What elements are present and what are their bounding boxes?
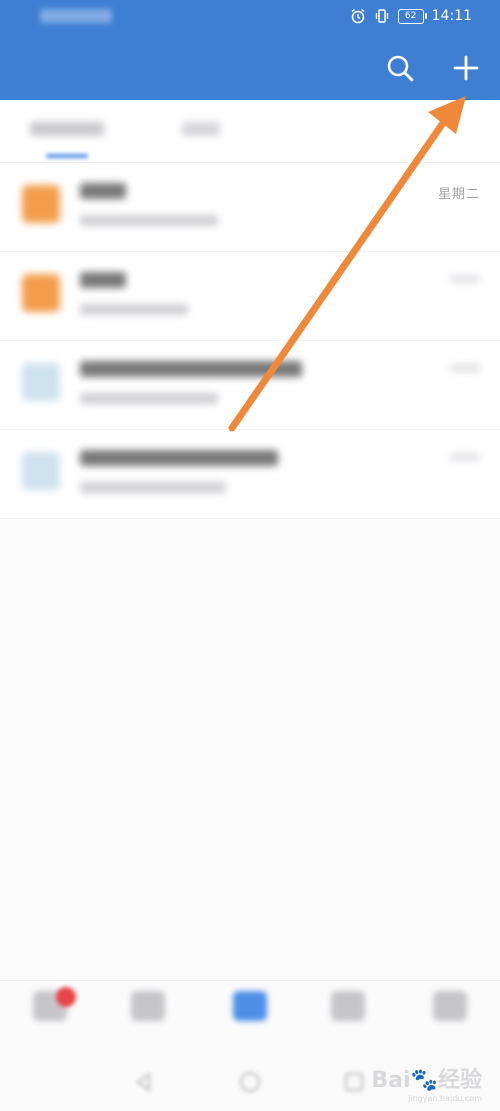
top-header: 62 14:11 bbox=[0, 0, 500, 100]
system-nav-bar: Bai🐾经验 jingyan.baidu.com bbox=[0, 1050, 500, 1111]
list-item-time bbox=[450, 361, 480, 376]
paw-icon: 🐾 bbox=[410, 1068, 438, 1093]
document-icon bbox=[233, 991, 267, 1021]
list-item-title bbox=[80, 183, 126, 204]
list-item-time bbox=[450, 272, 480, 287]
alarm-icon bbox=[351, 8, 365, 24]
list-item-subtitle bbox=[80, 482, 226, 496]
tab-first[interactable] bbox=[30, 122, 110, 140]
nav-item-messages[interactable] bbox=[20, 987, 80, 1047]
grid-icon bbox=[331, 991, 365, 1021]
calendar-icon bbox=[131, 991, 165, 1021]
tab-first-text-block bbox=[30, 122, 104, 136]
list-item-title bbox=[80, 450, 278, 471]
status-bar: 62 14:11 bbox=[0, 0, 500, 36]
profile-icon bbox=[433, 991, 467, 1021]
orange-doc-icon bbox=[22, 185, 60, 223]
list-item[interactable] bbox=[0, 252, 500, 341]
image-icon bbox=[22, 363, 60, 401]
nav-item-active[interactable] bbox=[220, 991, 280, 1047]
recents-icon[interactable] bbox=[342, 1070, 366, 1094]
tab-second-text-block bbox=[182, 122, 220, 136]
search-button[interactable] bbox=[384, 52, 416, 84]
notification-badge bbox=[56, 987, 76, 1007]
list-item-time: 星期二 bbox=[437, 187, 480, 202]
home-icon[interactable] bbox=[238, 1070, 262, 1094]
list-item-title bbox=[80, 272, 126, 293]
carrier-indicator bbox=[40, 9, 112, 23]
list-item[interactable] bbox=[0, 430, 500, 519]
orange-doc-icon bbox=[22, 274, 60, 312]
tab-indicator bbox=[46, 154, 88, 158]
plus-icon bbox=[453, 55, 479, 81]
battery-indicator: 62 bbox=[397, 8, 427, 24]
status-icons: 62 14:11 bbox=[350, 8, 472, 24]
conversation-list: 星期二 bbox=[0, 163, 500, 519]
nav-item-fourth[interactable] bbox=[318, 991, 378, 1047]
vibrate-icon bbox=[375, 9, 388, 23]
status-time: 14:11 bbox=[431, 8, 472, 24]
back-icon[interactable] bbox=[132, 1070, 156, 1094]
watermark-url: jingyan.baidu.com bbox=[408, 1094, 482, 1103]
list-item[interactable]: 星期二 bbox=[0, 163, 500, 252]
add-button[interactable] bbox=[450, 52, 482, 84]
list-item-time bbox=[450, 450, 480, 465]
list-item[interactable] bbox=[0, 341, 500, 430]
bottom-nav bbox=[0, 980, 500, 1051]
watermark-brand: Bai bbox=[371, 1068, 411, 1093]
nav-item-second[interactable] bbox=[118, 991, 178, 1047]
watermark: Bai🐾经验 jingyan.baidu.com bbox=[371, 1062, 482, 1103]
list-item-subtitle bbox=[80, 393, 218, 407]
search-icon bbox=[387, 55, 414, 82]
list-item-subtitle bbox=[80, 215, 218, 229]
tab-second[interactable] bbox=[182, 122, 222, 140]
nav-item-fifth[interactable] bbox=[420, 991, 480, 1047]
list-item-subtitle bbox=[80, 304, 188, 318]
list-item-title bbox=[80, 361, 302, 382]
watermark-suffix: 经验 bbox=[437, 1068, 482, 1093]
image-icon bbox=[22, 452, 60, 490]
